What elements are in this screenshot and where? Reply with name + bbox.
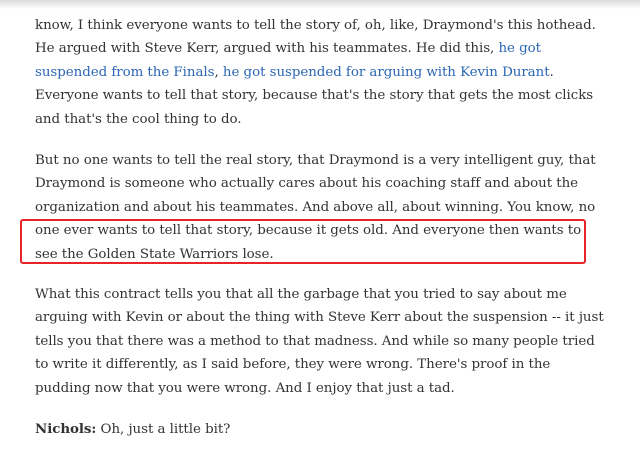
paragraph-1: know, I think everyone wants to tell the…	[35, 14, 605, 131]
highlight-annotation-box	[20, 219, 586, 264]
paragraph-4: Nichols: Oh, just a little bit?	[35, 418, 605, 441]
paragraph-3: What this contract tells you that all th…	[35, 287, 604, 396]
speaker-name: Nichols:	[35, 421, 97, 438]
link-suspended-arguing-durant[interactable]: he got suspended for arguing with Kevin …	[223, 65, 550, 80]
paragraph-4-text: Oh, just a little bit?	[96, 422, 231, 438]
page-top-edge	[0, 0, 640, 9]
link-separator: ,	[214, 64, 223, 80]
